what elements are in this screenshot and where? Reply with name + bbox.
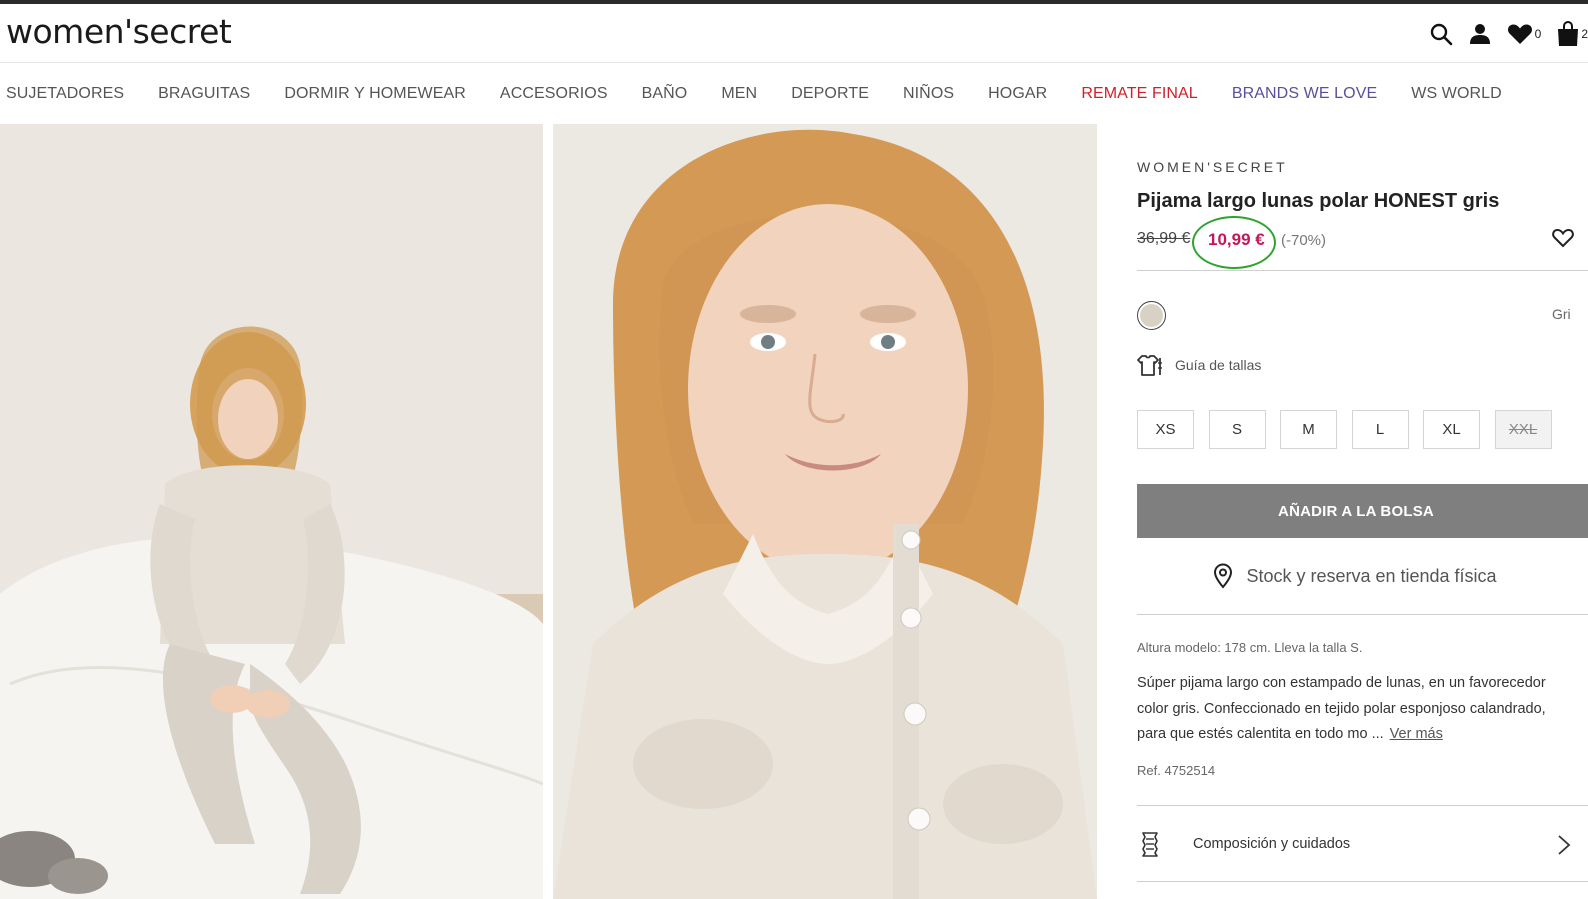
size-guide-label: Guía de tallas <box>1175 357 1262 373</box>
brand-logo[interactable]: women'secret <box>6 12 232 51</box>
color-swatch-grey[interactable] <box>1137 301 1166 330</box>
divider <box>1137 881 1588 882</box>
search-button[interactable] <box>1429 19 1453 49</box>
chevron-right-icon <box>1557 834 1571 861</box>
header-actions: 0 2 <box>1413 18 1588 50</box>
composition-label: Composición y cuidados <box>1193 836 1351 852</box>
selected-color-name: Gri <box>1552 306 1571 322</box>
see-more-link[interactable]: Ver más <box>1390 726 1443 742</box>
nav-item-hogar[interactable]: HOGAR <box>988 85 1047 103</box>
size-option-m[interactable]: M <box>1280 410 1337 449</box>
stock-label: Stock y reserva en tienda física <box>1246 565 1497 586</box>
tshirt-ruler-icon <box>1137 355 1162 376</box>
size-option-s[interactable]: S <box>1208 410 1266 449</box>
size-guide-link[interactable]: Guía de tallas <box>1137 354 1261 376</box>
product-image-full-body[interactable] <box>0 124 543 899</box>
swatch-fill <box>1140 304 1163 327</box>
wishlist-count: 0 <box>1534 27 1542 41</box>
product-brand: WOMEN'SECRET <box>1137 159 1288 175</box>
nav-item-remate-final[interactable]: REMATE FINAL <box>1081 85 1197 103</box>
product-reference: Ref. 4752514 <box>1137 763 1216 778</box>
product-image-closeup[interactable] <box>553 124 1097 899</box>
model-info: Altura modelo: 178 cm. Lleva la talla S. <box>1137 640 1363 655</box>
wishlist-button[interactable]: 0 <box>1507 19 1542 49</box>
shopping-bag-icon <box>1558 21 1579 46</box>
nav-item-men[interactable]: MEN <box>721 85 757 103</box>
nav-item-deporte[interactable]: DEPORTE <box>791 85 869 103</box>
nav-item-braguitas[interactable]: BRAGUITAS <box>158 85 250 103</box>
nav-item-bano[interactable]: BAÑO <box>642 85 688 103</box>
nav-item-brands-we-love[interactable]: BRANDS WE LOVE <box>1232 85 1377 103</box>
size-option-l[interactable]: L <box>1351 410 1409 449</box>
size-option-xxl-unavailable: XXL <box>1494 410 1552 449</box>
nav-item-accesorios[interactable]: ACCESORIOS <box>500 85 608 103</box>
nav-item-ninos[interactable]: NIÑOS <box>903 85 954 103</box>
add-to-bag-button[interactable]: AÑADIR A LA BOLSA <box>1137 484 1588 538</box>
main-nav: SUJETADORES BRAGUITAS DORMIR Y HOMEWEAR … <box>0 64 1588 124</box>
model-portrait-illustration <box>553 124 1097 899</box>
size-selector: XS S M L XL XXL <box>1137 410 1566 449</box>
composition-accordion[interactable]: Composición y cuidados <box>1137 829 1588 859</box>
nav-item-dormir[interactable]: DORMIR Y HOMEWEAR <box>284 85 466 103</box>
divider <box>1137 270 1588 271</box>
product-title: Pijama largo lunas polar HONEST gris <box>1137 190 1500 212</box>
heart-icon <box>1507 24 1532 44</box>
divider <box>1137 614 1588 615</box>
product-description: Súper pijama largo con estampado de luna… <box>1137 671 1577 748</box>
model-seated-illustration <box>0 124 543 899</box>
divider <box>1137 805 1588 806</box>
size-option-xl[interactable]: XL <box>1423 410 1480 449</box>
nav-item-sujetadores[interactable]: SUJETADORES <box>6 85 124 103</box>
care-label-icon <box>1142 832 1158 857</box>
nav-item-ws-world[interactable]: WS WORLD <box>1411 85 1502 103</box>
heart-outline-icon <box>1552 228 1574 248</box>
account-button[interactable] <box>1469 19 1491 49</box>
size-option-xs[interactable]: XS <box>1137 410 1194 449</box>
product-info-panel: WOMEN'SECRET Pijama largo lunas polar HO… <box>1137 124 1588 899</box>
search-icon <box>1430 23 1452 46</box>
site-header: women'secret 0 2 <box>0 4 1588 63</box>
original-price: 36,99 € <box>1137 230 1191 247</box>
description-text: Súper pijama largo con estampado de luna… <box>1137 675 1546 742</box>
discount-badge: (-70%) <box>1281 232 1327 249</box>
bag-button[interactable]: 2 <box>1557 19 1588 49</box>
user-icon <box>1469 24 1490 44</box>
store-stock-link[interactable]: Stock y reserva en tienda física <box>1137 560 1588 592</box>
location-pin-icon <box>1214 563 1233 589</box>
sale-price: 10,99 € <box>1208 230 1265 249</box>
bag-count: 2 <box>1581 27 1588 41</box>
add-to-wishlist-button[interactable] <box>1552 228 1574 253</box>
